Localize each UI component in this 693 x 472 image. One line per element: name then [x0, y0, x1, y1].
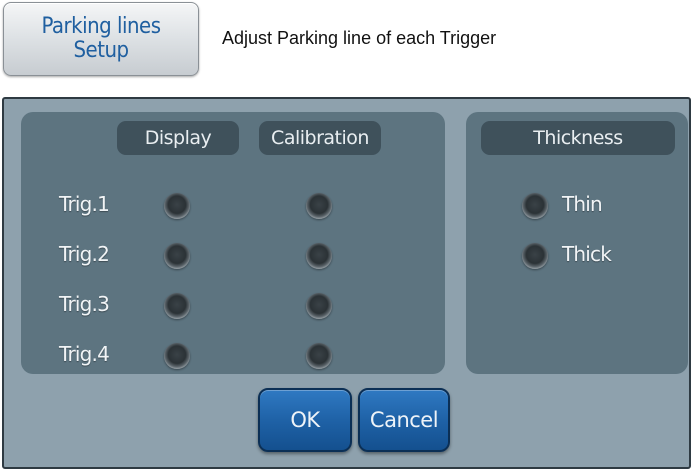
thickness-panel: Thickness Thin Thick [466, 112, 688, 374]
trig3-calibration-radio[interactable] [306, 293, 332, 319]
trig4-label: Trig.4 [59, 342, 110, 366]
thickness-column-header: Thickness [481, 121, 675, 155]
thin-radio[interactable] [522, 193, 548, 219]
thick-radio[interactable] [522, 243, 548, 269]
thin-label: Thin [562, 192, 603, 216]
trig4-display-radio[interactable] [164, 343, 190, 369]
thick-label: Thick [562, 242, 612, 266]
parking-lines-setup-button[interactable]: Parking lines Setup [3, 2, 199, 76]
calibration-column-header: Calibration [259, 121, 381, 155]
trig3-label: Trig.3 [59, 292, 110, 316]
parking-lines-dialog: Display Calibration Trig.1 Trig.2 Trig.3… [2, 97, 691, 469]
trig1-display-radio[interactable] [164, 193, 190, 219]
ok-button[interactable]: OK [258, 388, 352, 452]
trig3-display-radio[interactable] [164, 293, 190, 319]
display-column-header: Display [117, 121, 239, 155]
description-text: Adjust Parking line of each Trigger [222, 28, 497, 48]
setup-button-line1: Parking lines [41, 14, 161, 39]
trig2-display-radio[interactable] [164, 243, 190, 269]
trig1-label: Trig.1 [59, 192, 110, 216]
trigger-panel: Display Calibration Trig.1 Trig.2 Trig.3… [21, 112, 445, 374]
trig2-calibration-radio[interactable] [306, 243, 332, 269]
trig4-calibration-radio[interactable] [306, 343, 332, 369]
trig2-label: Trig.2 [59, 242, 110, 266]
setup-button-line2: Setup [73, 38, 129, 63]
cancel-button[interactable]: Cancel [358, 388, 450, 452]
trig1-calibration-radio[interactable] [306, 193, 332, 219]
